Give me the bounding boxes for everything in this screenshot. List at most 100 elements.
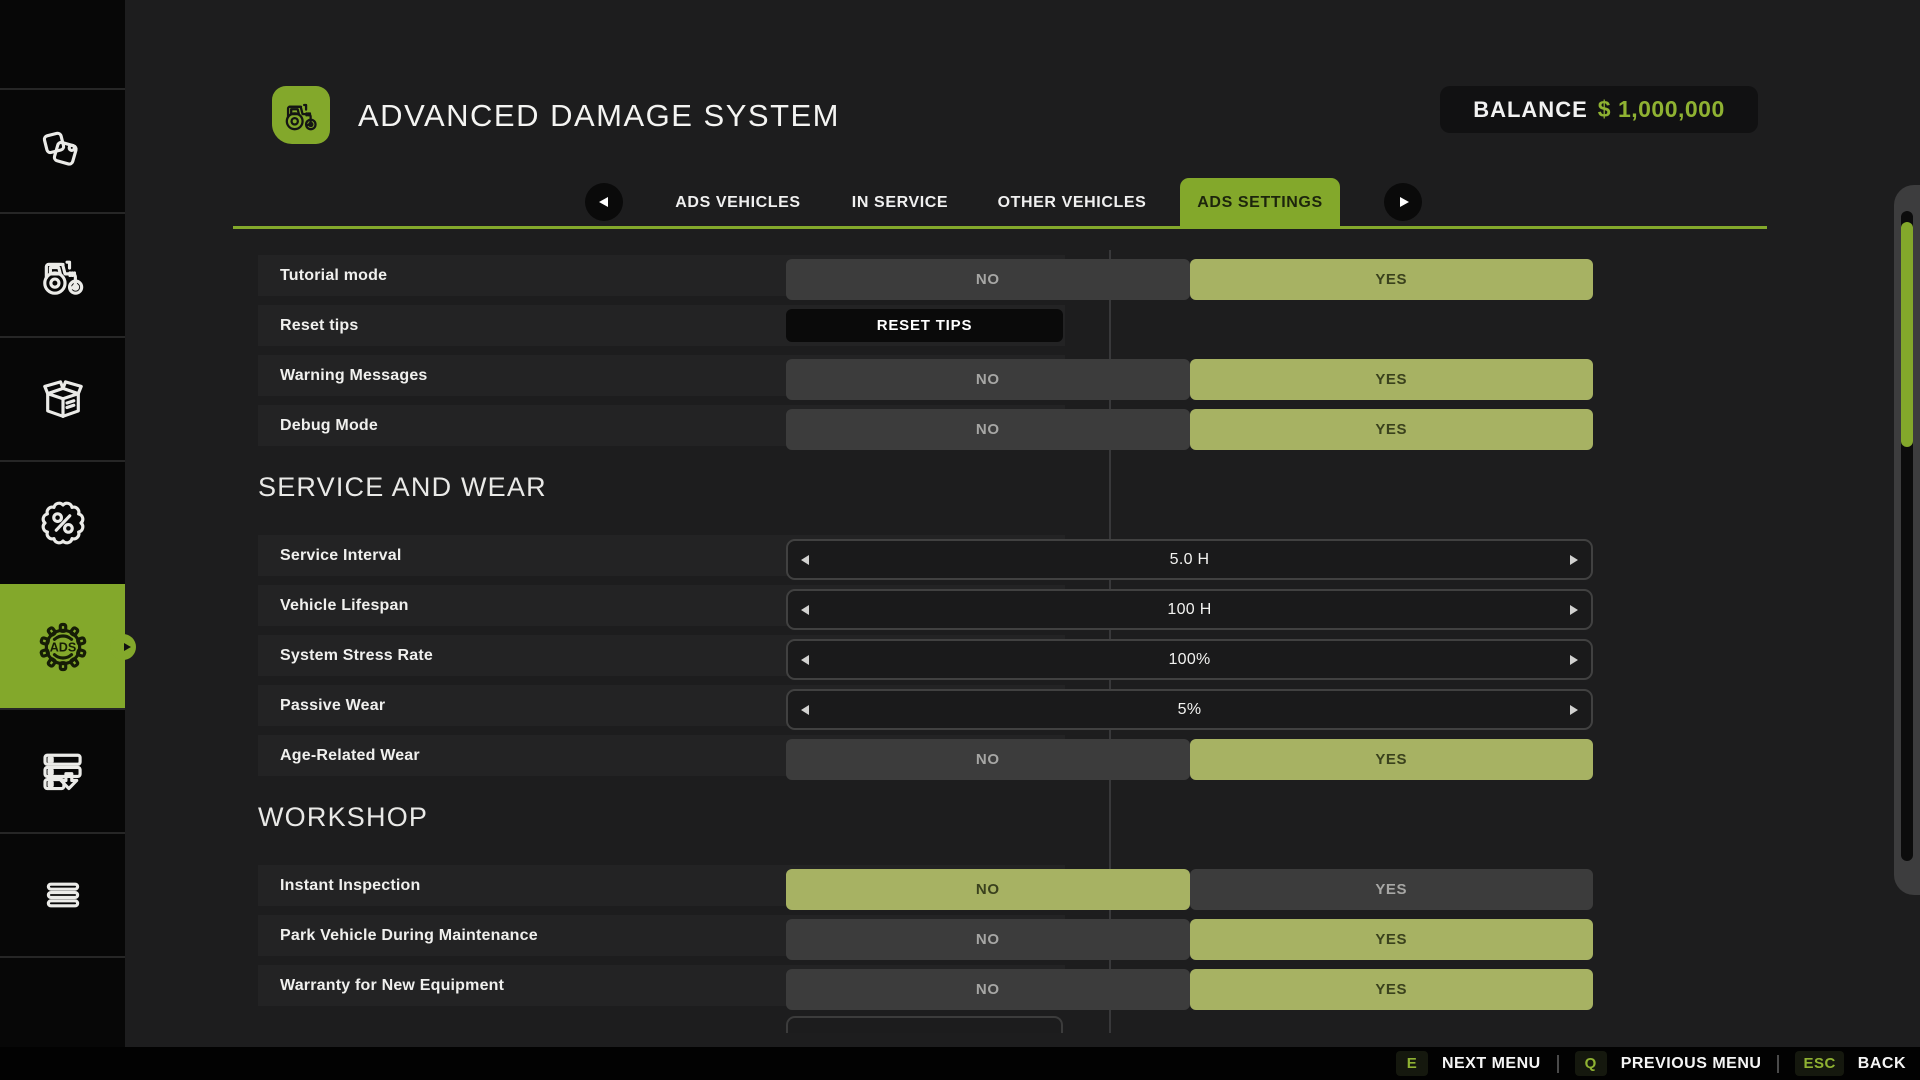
stepper-value: 5.0 H	[815, 551, 1564, 569]
page-title: ADVANCED DAMAGE SYSTEM	[358, 98, 840, 134]
sidebar: ADS	[0, 0, 125, 1047]
sidebar-item-vehicles[interactable]	[0, 212, 125, 336]
hint-label: PREVIOUS MENU	[1621, 1055, 1762, 1073]
setting-label: Vehicle Lifespan	[280, 585, 409, 626]
increase-button[interactable]	[1564, 555, 1578, 565]
sidebar-item-list[interactable]	[0, 832, 125, 956]
hint-previous-menu[interactable]: Q PREVIOUS MENU	[1575, 1051, 1762, 1076]
key-badge-e: E	[1396, 1051, 1428, 1076]
setting-row-system-stress-rate: System Stress Rate 100%	[258, 635, 1065, 676]
setting-label: System Stress Rate	[280, 635, 433, 676]
tab-in-service[interactable]: IN SERVICE	[830, 178, 970, 228]
scrollbar-thumb[interactable]	[1901, 222, 1913, 447]
warranty-toggle: NO YES	[786, 969, 1593, 1010]
section-title-service-and-wear: SERVICE AND WEAR	[258, 472, 547, 503]
ads-settings-screen: ADS	[0, 0, 1920, 1080]
clipped-next-stepper	[786, 1016, 1063, 1033]
ads-gear-label: ADS	[49, 641, 76, 655]
decrease-button[interactable]	[801, 555, 815, 565]
tabs-prev-button[interactable]	[585, 183, 623, 221]
chevron-right-icon	[1570, 555, 1578, 565]
menu-lines-icon	[36, 868, 90, 922]
tags-icon	[36, 124, 90, 178]
debug-mode-toggle: NO YES	[786, 409, 1593, 450]
footer-separator	[1557, 1055, 1559, 1073]
app-logo	[272, 86, 330, 144]
increase-button[interactable]	[1564, 705, 1578, 715]
setting-row-debug-mode: Debug Mode NO YES	[258, 405, 1065, 446]
key-badge-q: Q	[1575, 1051, 1607, 1076]
tractor-icon	[280, 94, 322, 136]
ads-gear-icon: ADS	[36, 620, 90, 674]
toggle-yes-button[interactable]: YES	[1190, 869, 1594, 910]
tab-ads-settings[interactable]: ADS SETTINGS	[1180, 178, 1340, 228]
stepper-value: 100 H	[815, 601, 1564, 619]
warning-messages-toggle: NO YES	[786, 359, 1593, 400]
decrease-button[interactable]	[801, 705, 815, 715]
setting-label: Reset tips	[280, 305, 358, 346]
chevron-left-icon	[801, 705, 809, 715]
chevron-right-icon	[1400, 197, 1409, 207]
footer-bar: E NEXT MENU Q PREVIOUS MENU ESC BACK	[0, 1047, 1920, 1080]
chevron-right-icon	[1570, 605, 1578, 615]
setting-label: Passive Wear	[280, 685, 385, 726]
setting-label: Warning Messages	[280, 355, 428, 396]
age-related-wear-toggle: NO YES	[786, 739, 1593, 780]
sidebar-item-ads[interactable]: ADS	[0, 584, 125, 708]
chevron-left-icon	[801, 605, 809, 615]
sidebar-item-prices[interactable]	[0, 88, 125, 212]
balance-value: $ 1,000,000	[1598, 96, 1725, 123]
toggle-no-button[interactable]: NO	[786, 739, 1190, 780]
setting-label: Service Interval	[280, 535, 402, 576]
chevron-right-icon	[1570, 655, 1578, 665]
increase-button[interactable]	[1564, 655, 1578, 665]
toggle-no-button[interactable]: NO	[786, 259, 1190, 300]
tab-ads-vehicles[interactable]: ADS VEHICLES	[660, 178, 816, 228]
hint-next-menu[interactable]: E NEXT MENU	[1396, 1051, 1541, 1076]
balance-badge: BALANCE $ 1,000,000	[1440, 86, 1758, 133]
setting-label: Debug Mode	[280, 405, 378, 446]
sidebar-item-sales[interactable]	[0, 460, 125, 584]
increase-button[interactable]	[1564, 605, 1578, 615]
toggle-no-button[interactable]: NO	[786, 869, 1190, 910]
tab-bar: ADS VEHICLES IN SERVICE OTHER VEHICLES A…	[125, 178, 1920, 228]
decrease-button[interactable]	[801, 605, 815, 615]
toggle-yes-button[interactable]: YES	[1190, 739, 1594, 780]
stepper-value: 100%	[815, 651, 1564, 669]
toggle-yes-button[interactable]: YES	[1190, 259, 1594, 300]
setting-row-tutorial-mode: Tutorial mode NO YES	[258, 255, 1065, 296]
hint-back[interactable]: ESC BACK	[1795, 1051, 1906, 1076]
main-panel: ADVANCED DAMAGE SYSTEM BALANCE $ 1,000,0…	[125, 0, 1920, 1047]
scrollbar	[1894, 185, 1920, 895]
setting-row-vehicle-lifespan: Vehicle Lifespan 100 H	[258, 585, 1065, 626]
toggle-yes-button[interactable]: YES	[1190, 409, 1594, 450]
reset-tips-button[interactable]: RESET TIPS	[786, 309, 1063, 342]
chevron-left-icon	[599, 197, 608, 207]
chevron-right-icon	[1570, 705, 1578, 715]
tabs-next-button[interactable]	[1384, 183, 1422, 221]
key-badge-esc: ESC	[1795, 1051, 1843, 1076]
sidebar-item-storage[interactable]	[0, 336, 125, 460]
toggle-no-button[interactable]: NO	[786, 409, 1190, 450]
park-vehicle-toggle: NO YES	[786, 919, 1593, 960]
service-interval-stepper: 5.0 H	[786, 539, 1593, 580]
chevron-left-icon	[801, 655, 809, 665]
toggle-no-button[interactable]: NO	[786, 969, 1190, 1010]
setting-label: Instant Inspection	[280, 865, 421, 906]
decrease-button[interactable]	[801, 655, 815, 665]
toggle-no-button[interactable]: NO	[786, 359, 1190, 400]
system-stress-rate-stepper: 100%	[786, 639, 1593, 680]
setting-row-passive-wear: Passive Wear 5%	[258, 685, 1065, 726]
hint-label: BACK	[1858, 1055, 1906, 1073]
server-download-icon	[36, 744, 90, 798]
percent-badge-icon	[36, 496, 90, 550]
tutorial-mode-toggle: NO YES	[786, 259, 1593, 300]
toggle-yes-button[interactable]: YES	[1190, 919, 1594, 960]
toggle-yes-button[interactable]: YES	[1190, 359, 1594, 400]
setting-row-warning-messages: Warning Messages NO YES	[258, 355, 1065, 396]
tab-other-vehicles[interactable]: OTHER VEHICLES	[993, 178, 1151, 228]
toggle-no-button[interactable]: NO	[786, 919, 1190, 960]
toggle-yes-button[interactable]: YES	[1190, 969, 1594, 1010]
setting-row-reset-tips: Reset tips RESET TIPS	[258, 305, 1065, 346]
sidebar-item-data[interactable]	[0, 708, 125, 832]
